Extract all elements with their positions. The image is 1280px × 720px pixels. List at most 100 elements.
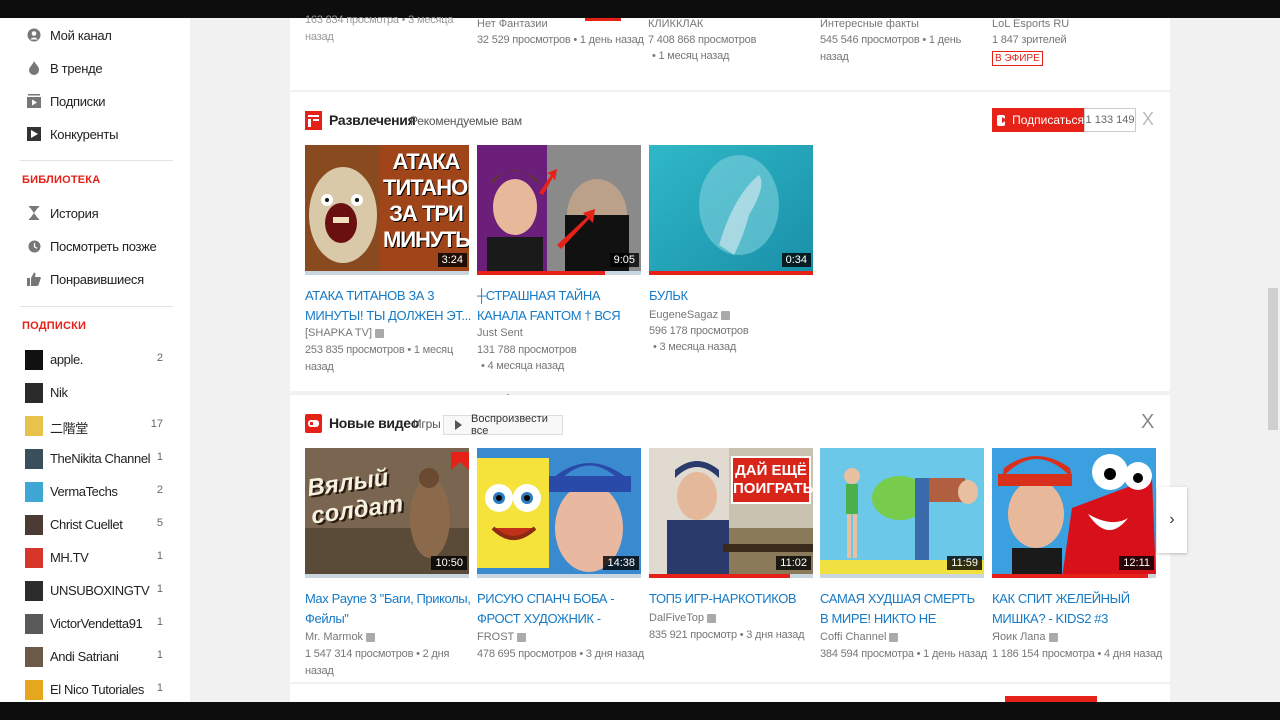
sidebar-subscription-item[interactable]: Andi Satriani 1 (0, 641, 190, 671)
sidebar-subscription-item[interactable]: UNSUBOXINGTV 1 (0, 575, 190, 605)
sidebar-subscription-item[interactable]: El Nico Tutoriales 1 (0, 674, 190, 702)
video-channel[interactable]: Нет Фантазии (477, 18, 548, 30)
video-channel[interactable]: LoL Esports RU (992, 18, 1069, 30)
thumbs-up-icon (26, 271, 42, 287)
play-icon (26, 126, 42, 142)
subscriptions-header: ПОДПИСКИ (22, 320, 87, 332)
sidebar-item-watch-later[interactable]: Посмотреть позже (0, 231, 190, 261)
video-title[interactable]: Max Payne 3 "Баги, Приколы, Фейлы" (305, 589, 471, 629)
subscription-name: Nik (50, 385, 68, 400)
sidebar-item-label: Подписки (50, 93, 106, 109)
watch-progress (649, 271, 813, 275)
sidebar-item-label: Посмотреть позже (50, 238, 157, 254)
video-duration: 14:38 (603, 556, 639, 570)
sidebar-subscription-item[interactable]: TheNikita Channel 1 (0, 443, 190, 473)
video-thumbnail[interactable]: АТАКА ТИТАНОВ ЗА ТРИ МИНУТЫ! 3:24 (305, 145, 469, 275)
subscription-name: UNSUBOXINGTV (50, 583, 150, 598)
new-videos-count: 1 (156, 616, 163, 628)
clock-icon (26, 238, 42, 254)
video-channel[interactable]: Just Sent (477, 327, 523, 339)
sidebar-subscription-item[interactable]: MH.TV 1 (0, 542, 190, 572)
sidebar-item-liked[interactable]: Понравившиеся (0, 264, 190, 294)
sidebar-item-competitors[interactable]: Конкуренты (0, 119, 190, 149)
video-meta: 7 408 868 просмотров (648, 34, 757, 46)
shelf-next-button[interactable]: › (1157, 487, 1187, 553)
sidebar-subscription-item[interactable]: VictorVendetta91 1 (0, 608, 190, 638)
subscribe-button[interactable]: Подписаться (992, 108, 1084, 132)
video-duration: 12:11 (1119, 556, 1154, 570)
video-thumbnail[interactable]: 12:11 (992, 448, 1156, 578)
verified-icon (889, 632, 899, 642)
watch-progress (305, 271, 469, 275)
sidebar-subscription-item[interactable]: Nik (0, 377, 190, 407)
sidebar-item-label: Понравившиеся (50, 271, 144, 287)
subscription-name: apple. (50, 352, 84, 367)
channel-avatar (25, 383, 43, 403)
scrollbar-thumb[interactable] (1268, 288, 1278, 430)
video-channel[interactable]: Интересные факты (820, 18, 919, 30)
close-shelf-button[interactable]: X (1141, 412, 1154, 432)
watch-progress (477, 574, 641, 578)
video-thumbnail[interactable]: 0:34 (649, 145, 813, 275)
video-meta: • 3 месяца назад (653, 341, 737, 353)
video-channel[interactable]: DalFiveTop (649, 612, 717, 624)
video-channel[interactable]: Mr. Marmok (305, 631, 376, 643)
video-thumbnail[interactable]: 11:59 (820, 448, 984, 578)
video-channel[interactable]: Coffi Channel (820, 631, 899, 643)
watch-progress-fill (649, 574, 791, 578)
video-title[interactable]: АТАКА ТИТАНОВ ЗА 3 МИНУТЫ! ТЫ ДОЛЖЕН ЭТ.… (305, 286, 471, 326)
video-channel[interactable]: [SHAPKA TV] (305, 327, 385, 339)
video-title[interactable]: КАК СПИТ ЖЕЛЕЙНЫЙ МИШКА? - KIDS2 #3 (992, 589, 1158, 629)
channel-avatar (25, 416, 43, 436)
video-thumbnail[interactable]: ДАЙ ЕЩЁ ПОИГРАТЬ 11:02 (649, 448, 813, 578)
video-thumbnail[interactable]: 14:38 (477, 448, 641, 578)
video-thumbnail[interactable]: Вялый солдат 10:50 (305, 448, 469, 578)
shelf-subtitle: Рекомендуемые вам (410, 114, 522, 128)
video-title[interactable]: РИСУЮ СПАНЧ БОБА - ФРОСТ ХУДОЖНИК - (477, 589, 643, 629)
close-shelf-button[interactable]: X (1142, 109, 1154, 129)
flame-icon (26, 60, 42, 76)
video-meta: 131 788 просмотров (477, 344, 577, 356)
video-title[interactable]: ТОП5 ИГР-НАРКОТИКОВ (649, 589, 815, 609)
video-meta: 163 834 просмотра • 3 месяца назад (305, 14, 454, 43)
play-all-label: Воспроизвести все (471, 413, 548, 437)
sidebar-item-my-channel[interactable]: Мой канал (0, 20, 190, 50)
video-duration: 0:34 (781, 253, 811, 267)
video-meta: 32 529 просмотров • 1 день назад (477, 34, 644, 46)
new-videos-count: 2 (156, 352, 163, 364)
channel-avatar (25, 614, 43, 634)
video-channel[interactable]: EugeneSagaz (649, 309, 731, 321)
new-videos-count: 1 (156, 649, 163, 661)
watch-progress (305, 574, 469, 578)
sidebar-item-label: История (50, 205, 99, 221)
watch-progress (477, 271, 641, 275)
shelf-title[interactable]: Новые видео (329, 415, 419, 431)
new-videos-count: 1 (156, 451, 163, 463)
gamepad-icon (305, 414, 322, 433)
library-header: БИБЛИОТЕКА (22, 174, 101, 186)
chevron-right-icon: › (1169, 511, 1175, 528)
video-channel[interactable]: FROST (477, 631, 527, 643)
sidebar-subscription-item[interactable]: 二階堂 17 (0, 410, 190, 440)
play-all-button[interactable]: Воспроизвести все (443, 413, 563, 437)
video-title[interactable]: САМАЯ ХУДШАЯ СМЕРТЬ В МИРЕ! НИКТО НЕ (820, 589, 986, 629)
sidebar-item-history[interactable]: История (0, 198, 190, 228)
sidebar-subscription-item[interactable]: Christ Cuellet 5 (0, 509, 190, 539)
video-title[interactable]: ┼СТРАШНАЯ ТАЙНА КАНАЛА FANTOM † ВСЯ (477, 286, 643, 326)
subscription-name: VermaTechs (50, 484, 118, 499)
subscription-name: 二階堂 (50, 421, 88, 436)
video-channel[interactable]: Яоик Лапа (992, 631, 1058, 643)
channel-avatar (25, 581, 43, 601)
sidebar-subscription-item[interactable]: apple. 2 (0, 344, 190, 374)
video-title[interactable]: БУЛЬК (649, 286, 815, 306)
video-thumbnail[interactable]: 9:05 (477, 145, 641, 275)
sidebar-item-trending[interactable]: В тренде (0, 53, 190, 83)
sidebar-item-subscriptions[interactable]: Подписки (0, 86, 190, 116)
channel-avatar (25, 449, 43, 469)
new-videos-count: 1 (156, 550, 163, 562)
thumbnail-overlay-text: АТАКА ТИТАНОВ ЗА ТРИ МИНУТЫ! (383, 149, 469, 252)
video-channel[interactable]: КЛИККЛАК (648, 18, 703, 30)
shelf-title[interactable]: Развлечения (329, 112, 416, 128)
sidebar-subscription-item[interactable]: VermaTechs 2 (0, 476, 190, 506)
video-meta: 1 847 зрителей (992, 34, 1067, 46)
